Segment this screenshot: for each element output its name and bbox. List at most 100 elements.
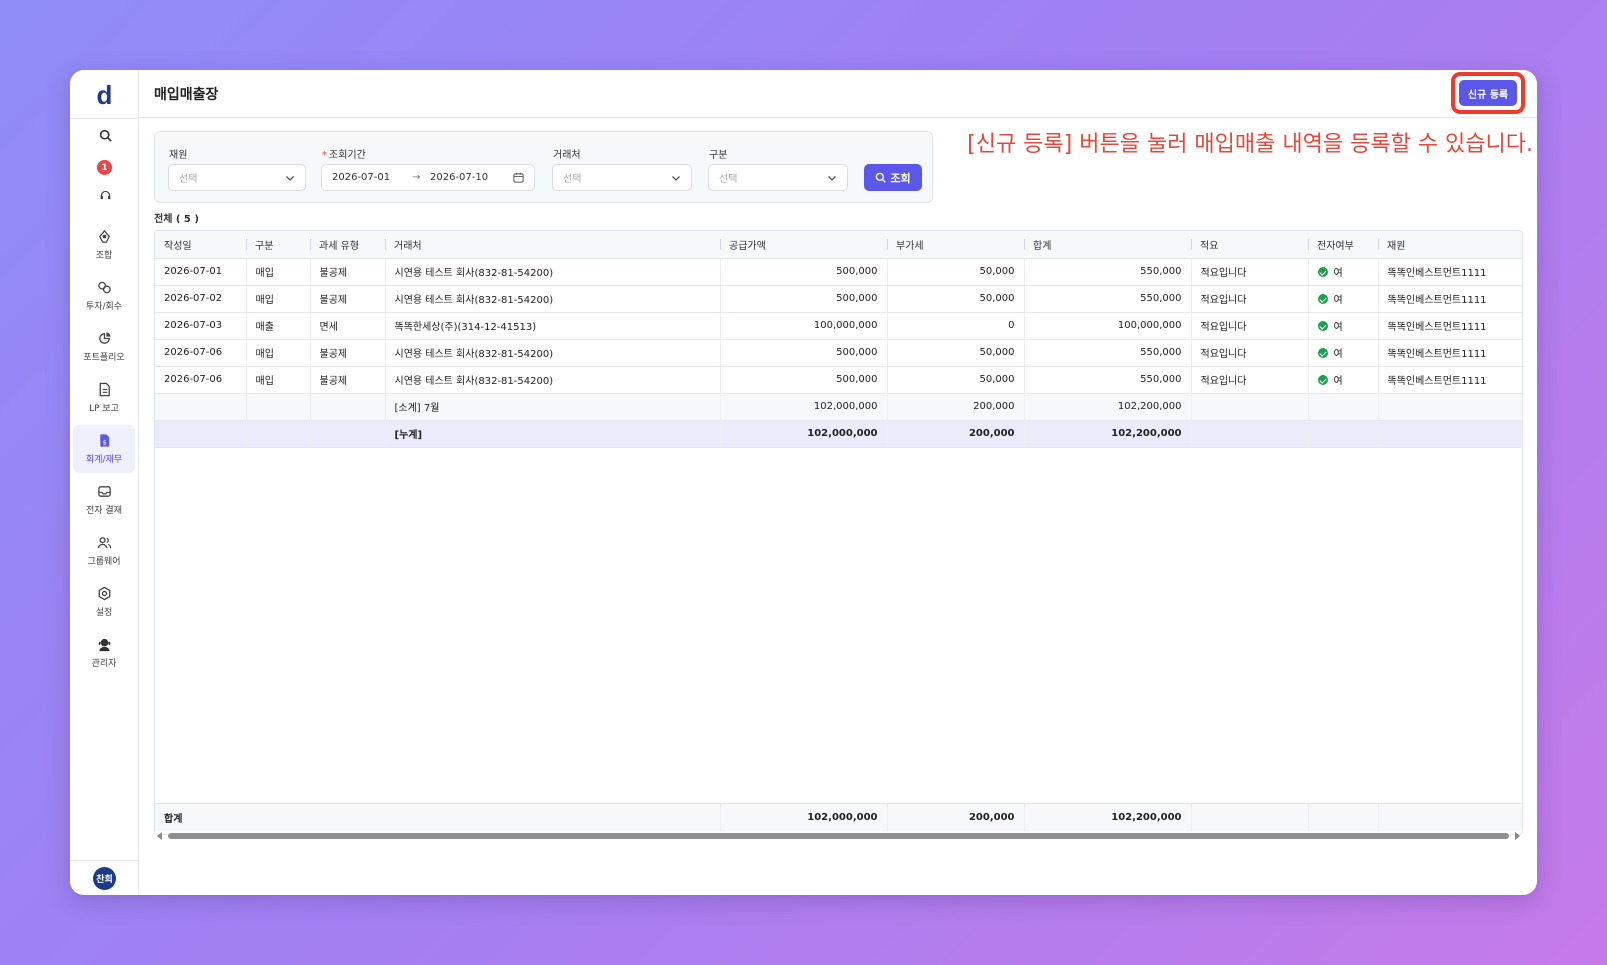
cell-memo: 적요입니다: [1191, 285, 1309, 313]
horizontal-scrollbar[interactable]: [154, 831, 1523, 841]
new-register-button[interactable]: 신규 등록: [1459, 80, 1517, 106]
table-row[interactable]: 2026-07-06 매입 불공제 시연용 테스트 회사(832-81-5420…: [155, 339, 1522, 367]
search-icon: [876, 172, 887, 183]
table-row[interactable]: 2026-07-01 매입 불공제 시연용 테스트 회사(832-81-5420…: [155, 258, 1522, 286]
date-to-input[interactable]: 2026-07-10: [430, 172, 513, 183]
cell-partner: 시연용 테스트 회사(832-81-54200): [385, 258, 721, 286]
fund-select[interactable]: 선택: [168, 164, 306, 191]
cell-empty: [155, 420, 247, 448]
column-header[interactable]: 전자여부: [1308, 231, 1378, 259]
gear-icon: [98, 586, 110, 601]
cell-electronic: 여: [1308, 366, 1379, 394]
sidebar-item-fund[interactable]: 조합: [73, 221, 135, 269]
electronic-value: 여: [1333, 295, 1343, 306]
electronic-value: 여: [1333, 349, 1343, 360]
sidebar-divider: [70, 860, 139, 861]
sidebar-item-accounting[interactable]: $ 회계/재무: [73, 425, 135, 473]
search-icon[interactable]: [96, 126, 114, 144]
column-header[interactable]: 작성일: [155, 231, 246, 259]
sidebar-item-label: LP 보고: [89, 404, 119, 414]
cell-partner: 똑똑한세상(주)(314-12-41513): [385, 312, 721, 340]
cell-supply: 100,000,000: [720, 312, 888, 340]
app-logo[interactable]: d: [70, 80, 139, 111]
sidebar: d 1 조합 투자/회수 포트폴리오 LP 보고 $ 회계/재무 전자 결재 그…: [70, 70, 139, 895]
cell-memo: 적요입니다: [1191, 312, 1309, 340]
cell-empty: [155, 393, 247, 421]
column-header[interactable]: 부가세: [887, 231, 1024, 259]
cell-total: 550,000: [1024, 366, 1192, 394]
cell-empty: [246, 393, 311, 421]
column-header[interactable]: 적요: [1191, 231, 1308, 259]
subtotal-total: 102,200,000: [1024, 393, 1192, 421]
ledger-table: 작성일 구분 과세 유형 거래처 공급가액 부가세 합계 적요 전자여부 재원 …: [154, 230, 1523, 835]
sidebar-divider: [70, 118, 139, 119]
cell-tax-type: 불공제: [310, 339, 386, 367]
search-button[interactable]: 조회: [864, 164, 922, 191]
cell-fund: 똑똑인베스트먼트1111: [1378, 285, 1522, 313]
column-header[interactable]: 구분: [246, 231, 310, 259]
cell-supply: 500,000: [720, 258, 888, 286]
type-label: 구분: [709, 150, 728, 161]
cell-tax-type: 불공제: [310, 366, 386, 394]
svg-text:$: $: [102, 438, 106, 446]
sidebar-item-settings[interactable]: 설정: [73, 578, 135, 626]
cell-empty: [246, 420, 311, 448]
sidebar-item-approval[interactable]: 전자 결재: [73, 476, 135, 524]
inbox-icon: [97, 486, 111, 497]
column-header[interactable]: 거래처: [385, 231, 720, 259]
sidebar-item-label: 회계/재무: [85, 455, 123, 465]
fund-select-value: 선택: [179, 174, 198, 185]
admin-icon: [98, 638, 110, 652]
table-row[interactable]: 2026-07-06 매입 불공제 시연용 테스트 회사(832-81-5420…: [155, 366, 1522, 394]
cell-empty: [310, 420, 386, 448]
scroll-left-icon[interactable]: [157, 832, 162, 840]
scrollbar-thumb[interactable]: [168, 833, 1509, 839]
cell-total: 550,000: [1024, 339, 1192, 367]
cumulative-row: [누계] 102,000,000 200,000 102,200,000: [155, 420, 1522, 448]
fund-label: 재원: [169, 150, 188, 161]
column-header[interactable]: 공급가액: [720, 231, 887, 259]
cell-memo: 적요입니다: [1191, 339, 1309, 367]
partner-label: 거래처: [553, 150, 581, 161]
app-window: d 1 조합 투자/회수 포트폴리오 LP 보고 $ 회계/재무 전자 결재 그…: [70, 70, 1537, 895]
avatar[interactable]: 찬희: [93, 867, 116, 890]
notification-badge[interactable]: 1: [97, 160, 112, 175]
cell-vat: 0: [887, 312, 1025, 340]
cell-empty: [310, 393, 386, 421]
cell-electronic: 여: [1308, 312, 1379, 340]
table-row[interactable]: 2026-07-03 매출 면세 똑똑한세상(주)(314-12-41513) …: [155, 312, 1522, 340]
cell-date: 2026-07-03: [155, 312, 247, 340]
cell-empty: [1378, 420, 1522, 448]
column-header[interactable]: 합계: [1024, 231, 1191, 259]
cell-tax-type: 불공제: [310, 285, 386, 313]
date-range-picker[interactable]: 2026-07-01 → 2026-07-10: [321, 164, 535, 191]
cell-vat: 50,000: [887, 258, 1025, 286]
date-from-input[interactable]: 2026-07-01: [332, 172, 412, 183]
cell-empty: [1191, 393, 1309, 421]
sidebar-item-lp-report[interactable]: LP 보고: [73, 374, 135, 422]
headset-icon[interactable]: [96, 186, 114, 204]
cell-date: 2026-07-06: [155, 366, 247, 394]
partner-select[interactable]: 선택: [552, 164, 692, 191]
cell-tax-type: 면세: [310, 312, 386, 340]
cell-date: 2026-07-01: [155, 258, 247, 286]
sidebar-item-investment[interactable]: 투자/회수: [73, 272, 135, 320]
cell-memo: 적요입니다: [1191, 258, 1309, 286]
sidebar-item-portfolio[interactable]: 포트폴리오: [73, 323, 135, 371]
sidebar-item-admin[interactable]: 관리자: [73, 629, 135, 677]
type-select[interactable]: 선택: [708, 164, 848, 191]
column-header[interactable]: 과세 유형: [310, 231, 385, 259]
cell-type: 매입: [246, 258, 311, 286]
calendar-icon[interactable]: [513, 172, 524, 183]
scroll-right-icon[interactable]: [1515, 832, 1520, 840]
cumulative-total: 102,200,000: [1024, 420, 1192, 448]
sidebar-item-label: 설정: [95, 608, 113, 618]
cell-vat: 50,000: [887, 285, 1025, 313]
sidebar-item-groupware[interactable]: 그룹웨어: [73, 527, 135, 575]
table-row[interactable]: 2026-07-02 매입 불공제 시연용 테스트 회사(832-81-5420…: [155, 285, 1522, 313]
subtotal-supply: 102,000,000: [720, 393, 888, 421]
grand-total-vat: 200,000: [887, 804, 1025, 831]
cell-empty: [1308, 804, 1379, 831]
tutorial-annotation: [신규 등록] 버튼을 눌러 매입매출 내역을 등록할 수 있습니다.: [967, 132, 1533, 157]
column-header[interactable]: 재원: [1378, 231, 1522, 259]
